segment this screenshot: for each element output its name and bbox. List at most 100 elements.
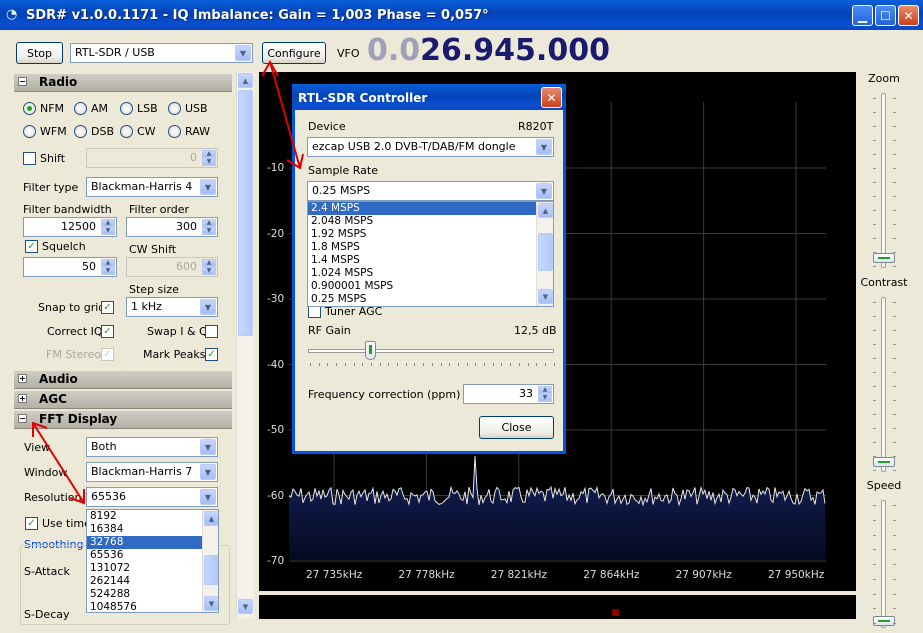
sample-rate-scrollbar[interactable]: ▲ ▼ — [536, 202, 553, 306]
minimize-button[interactable]: ▁ — [852, 5, 873, 26]
dropdown-option[interactable]: 32768 — [87, 536, 202, 549]
left-panel-scrollbar[interactable]: ▲ ▼ — [236, 72, 254, 618]
cw-shift-input[interactable]: 600 ▲ ▼ — [126, 257, 218, 277]
source-select[interactable]: RTL-SDR / USB ▼ — [70, 43, 253, 63]
contrast-slider-thumb[interactable] — [873, 457, 895, 467]
chevron-down-icon[interactable]: ▼ — [200, 489, 216, 505]
snap-to-grid-checkbox[interactable]: ✓ — [101, 301, 114, 314]
mark-peaks-checkbox[interactable]: ✓ — [205, 348, 218, 361]
chevron-down-icon[interactable]: ▼ — [536, 183, 552, 199]
scroll-up-icon[interactable]: ▲ — [538, 203, 553, 218]
sample-rate-dropdown-list[interactable]: 2.4 MSPS 2.048 MSPS 1.92 MSPS 1.8 MSPS 1.4 M… — [307, 201, 554, 307]
shift-input[interactable]: 0 ▲ ▼ — [86, 148, 218, 168]
dropdown-option[interactable]: 1.024 MSPS — [308, 267, 536, 280]
mode-radio-usb[interactable]: USB — [168, 102, 208, 115]
dialog-close-action-button[interactable]: Close — [479, 416, 554, 439]
squelch-input[interactable]: 50 ▲ ▼ — [23, 257, 117, 277]
dropdown-option[interactable]: 131072 — [87, 562, 202, 575]
chevron-down-icon[interactable]: ▼ — [200, 464, 216, 480]
spin-up-icon[interactable]: ▲ — [101, 219, 115, 227]
dropdown-option[interactable]: 1.4 MSPS — [308, 254, 536, 267]
chevron-down-icon[interactable]: ▼ — [536, 139, 552, 155]
spin-up-icon[interactable]: ▲ — [202, 150, 216, 158]
squelch-checkbox[interactable]: ✓ Squelch — [25, 240, 86, 253]
mode-radio-nfm[interactable]: NFM — [23, 102, 64, 115]
chevron-down-icon[interactable]: ▼ — [200, 439, 216, 455]
maximize-button[interactable]: ☐ — [875, 5, 896, 26]
speed-slider[interactable] — [881, 500, 886, 628]
rf-gain-slider[interactable] — [308, 349, 554, 353]
expand-icon[interactable]: + — [18, 374, 27, 383]
resolution-dropdown-list[interactable]: 8192 16384 32768 65536 131072 262144 524288 104… — [86, 509, 219, 613]
rtl-sdr-controller-dialog[interactable]: RTL-SDR Controller ✕ Device R820T ezcap … — [292, 84, 566, 454]
dropdown-option[interactable]: 0.25 MSPS — [308, 293, 536, 306]
configure-button[interactable]: Configure — [262, 42, 326, 64]
dropdown-option[interactable]: 524288 — [87, 588, 202, 601]
resolution-select[interactable]: 65536 ▼ — [86, 487, 218, 507]
title-bar[interactable]: ◔ SDR# v1.0.0.1171 - IQ Imbalance: Gain … — [0, 0, 923, 30]
swap-iq-checkbox[interactable] — [205, 325, 218, 338]
dropdown-option[interactable]: 65536 — [87, 549, 202, 562]
chevron-down-icon[interactable]: ▼ — [235, 45, 251, 61]
scroll-down-icon[interactable]: ▼ — [538, 289, 553, 304]
speed-slider-thumb[interactable] — [873, 616, 895, 626]
spin-down-icon[interactable]: ▼ — [538, 394, 552, 402]
spin-up-icon[interactable]: ▲ — [202, 219, 216, 227]
agc-section-header[interactable]: + AGC — [14, 391, 232, 409]
window-select[interactable]: Blackman-Harris 7 ▼ — [86, 462, 218, 482]
spin-up-icon[interactable]: ▲ — [202, 259, 216, 267]
stop-button[interactable]: Stop — [16, 42, 63, 64]
spin-down-icon[interactable]: ▼ — [202, 158, 216, 166]
spin-up-icon[interactable]: ▲ — [101, 259, 115, 267]
collapse-icon[interactable]: − — [18, 77, 27, 86]
dropdown-option[interactable]: 262144 — [87, 575, 202, 588]
mode-radio-cw[interactable]: CW — [120, 125, 156, 138]
zoom-slider[interactable] — [881, 93, 886, 268]
correct-iq-checkbox[interactable]: ✓ — [101, 325, 114, 338]
dialog-title-bar[interactable]: RTL-SDR Controller — [292, 84, 566, 110]
filter-bandwidth-input[interactable]: 12500 ▲ ▼ — [23, 217, 117, 237]
radio-section-header[interactable]: − Radio — [14, 74, 232, 92]
scroll-down-icon[interactable]: ▼ — [238, 599, 253, 614]
mode-radio-raw[interactable]: RAW — [168, 125, 210, 138]
vfo-frequency-display[interactable]: 0.026.945.000 — [367, 33, 610, 68]
dropdown-option[interactable]: 1.92 MSPS — [308, 228, 536, 241]
step-size-select[interactable]: 1 kHz ▼ — [126, 297, 218, 317]
dropdown-option[interactable]: 1.8 MSPS — [308, 241, 536, 254]
spin-up-icon[interactable]: ▲ — [538, 386, 552, 394]
dropdown-option[interactable]: 2.4 MSPS — [308, 202, 536, 215]
filter-type-select[interactable]: Blackman-Harris 4 ▼ — [86, 177, 218, 197]
sample-rate-select[interactable]: 0.25 MSPS ▼ — [307, 181, 554, 201]
chevron-down-icon[interactable]: ▼ — [200, 299, 216, 315]
spin-down-icon[interactable]: ▼ — [101, 227, 115, 235]
resolution-scrollbar[interactable]: ▲ ▼ — [202, 510, 218, 612]
view-select[interactable]: Both ▼ — [86, 437, 218, 457]
device-select[interactable]: ezcap USB 2.0 DVB-T/DAB/FM dongle ▼ — [307, 137, 554, 157]
dropdown-option[interactable]: 16384 — [87, 523, 202, 536]
shift-checkbox[interactable]: Shift — [23, 152, 65, 165]
fft-section-header[interactable]: − FFT Display — [14, 411, 232, 429]
dropdown-option[interactable]: 1048576 — [87, 601, 202, 612]
contrast-slider[interactable] — [881, 297, 886, 472]
zoom-slider-thumb[interactable] — [873, 253, 895, 263]
dialog-close-button[interactable]: ✕ — [541, 87, 562, 108]
chevron-down-icon[interactable]: ▼ — [200, 179, 216, 195]
dropdown-option[interactable]: 0.900001 MSPS — [308, 280, 536, 293]
rf-gain-slider-thumb[interactable] — [365, 341, 377, 360]
scroll-thumb[interactable] — [538, 233, 553, 271]
spin-down-icon[interactable]: ▼ — [202, 267, 216, 275]
mode-radio-dsb[interactable]: DSB — [74, 125, 114, 138]
spin-down-icon[interactable]: ▼ — [202, 227, 216, 235]
frequency-correction-input[interactable]: 33 ▲ ▼ — [463, 384, 554, 404]
mode-radio-am[interactable]: AM — [74, 102, 108, 115]
waterfall-display[interactable] — [259, 595, 856, 619]
audio-section-header[interactable]: + Audio — [14, 371, 232, 389]
spin-down-icon[interactable]: ▼ — [101, 267, 115, 275]
mode-radio-wfm[interactable]: WFM — [23, 125, 67, 138]
scroll-thumb[interactable] — [204, 555, 218, 585]
collapse-icon[interactable]: − — [18, 414, 27, 423]
scroll-up-icon[interactable]: ▲ — [238, 73, 253, 88]
dropdown-option[interactable]: 2.048 MSPS — [308, 215, 536, 228]
scroll-up-icon[interactable]: ▲ — [204, 511, 218, 526]
scroll-down-icon[interactable]: ▼ — [204, 596, 218, 611]
